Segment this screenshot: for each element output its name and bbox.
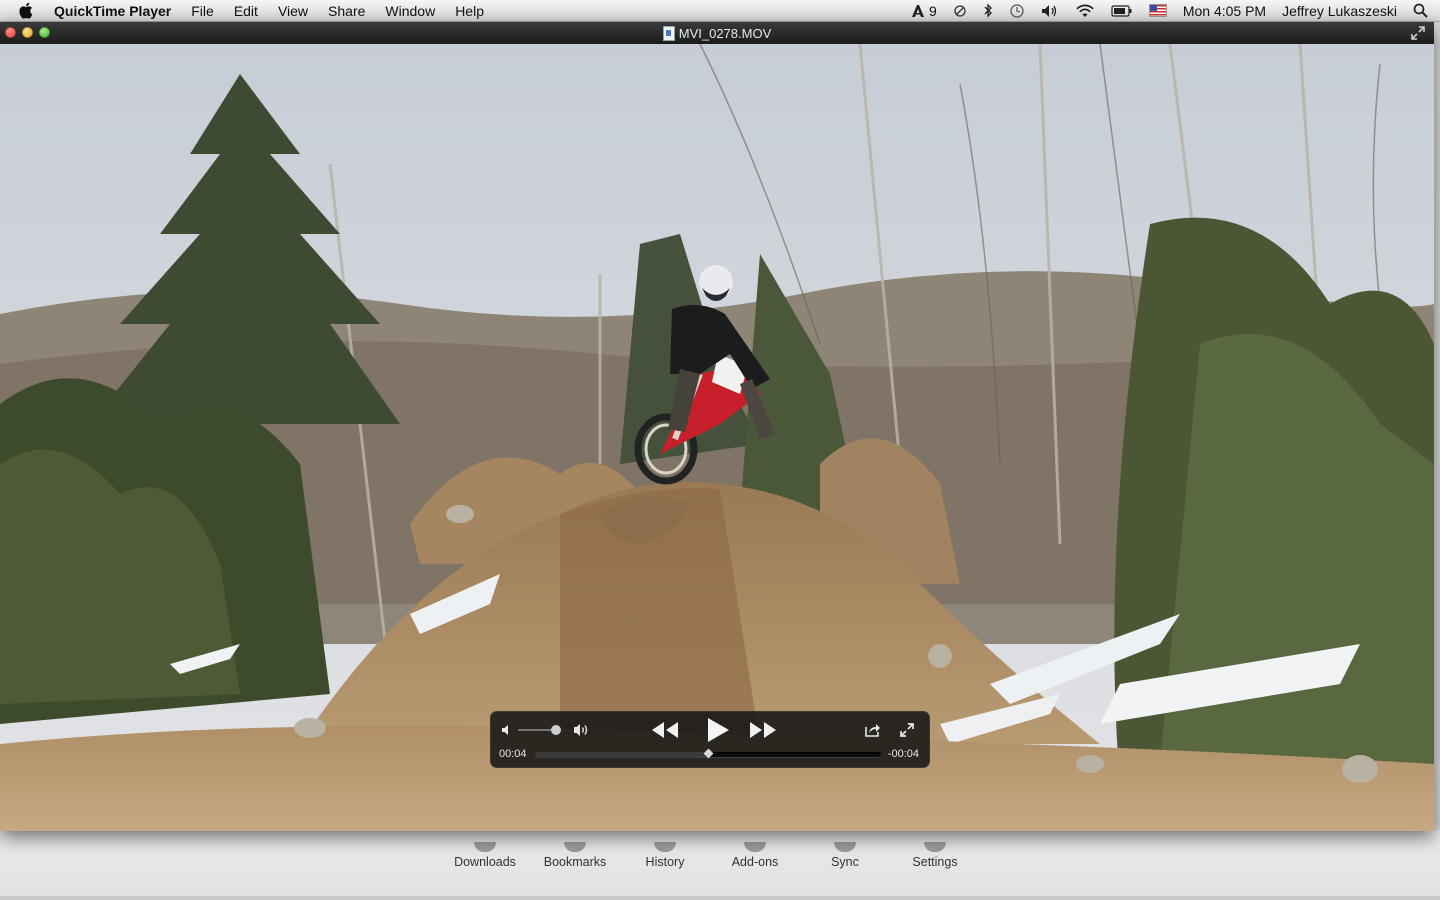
fast-user-switch[interactable]: Jeffrey Lukaszeski: [1274, 3, 1405, 19]
share-icon[interactable]: [864, 722, 881, 738]
menu-clock[interactable]: Mon 4:05 PM: [1175, 3, 1274, 19]
time-machine-icon[interactable]: [1001, 0, 1033, 22]
enter-fullscreen-icon[interactable]: [1410, 25, 1426, 41]
bookmarks-icon: [530, 830, 620, 852]
settings-icon: [890, 830, 980, 852]
window-titlebar[interactable]: MVI_0278.MOV: [0, 22, 1434, 44]
rewind-button[interactable]: [651, 721, 679, 739]
menu-share[interactable]: Share: [318, 0, 375, 22]
adobe-badge-count: 9: [929, 2, 937, 19]
adobe-status-item[interactable]: 9: [903, 0, 945, 22]
apple-menu-icon[interactable]: [18, 2, 38, 19]
fast-forward-button[interactable]: [749, 721, 777, 739]
menu-app-name[interactable]: QuickTime Player: [54, 0, 181, 22]
volume-slider-knob[interactable]: [551, 725, 561, 735]
background-browser-window: Downloads Bookmarks History Add-ons Sync…: [0, 830, 1440, 900]
elapsed-time: 00:04: [499, 748, 527, 760]
toolbar-addons[interactable]: Add-ons: [710, 830, 800, 869]
minimize-window-button[interactable]: [22, 27, 33, 38]
menu-bar: QuickTime Player File Edit View Share Wi…: [0, 0, 1440, 22]
menu-window[interactable]: Window: [375, 0, 445, 22]
toolbar-settings-label: Settings: [912, 855, 958, 869]
window-title-text: MVI_0278.MOV: [678, 25, 772, 41]
wifi-icon[interactable]: [1067, 0, 1103, 22]
browser-bottom-edge: [0, 896, 1440, 900]
remaining-time: -00:04: [887, 748, 919, 760]
toolbar-sync[interactable]: Sync: [800, 830, 890, 869]
playback-controller[interactable]: 00:04 -00:04: [490, 711, 930, 768]
fullscreen-icon[interactable]: [899, 722, 915, 738]
menu-view[interactable]: View: [268, 0, 318, 22]
history-icon: [620, 830, 710, 852]
status-area: 9 Mon 4:05 PM Jeffrey Lukaszeski: [903, 0, 1440, 22]
close-window-button[interactable]: [5, 27, 16, 38]
timeline-progress: [535, 752, 708, 757]
menu-file[interactable]: File: [181, 0, 224, 22]
toolbar-history-label: History: [645, 855, 685, 869]
volume-max-icon[interactable]: [573, 722, 590, 738]
sync-icon: [800, 830, 890, 852]
quicktime-window: MVI_0278.MOV 00:04 -00:04: [0, 22, 1434, 831]
toolbar-sync-label: Sync: [831, 855, 859, 869]
video-frame[interactable]: 00:04 -00:04: [0, 44, 1434, 831]
play-button[interactable]: [706, 717, 730, 743]
input-source-flag-icon[interactable]: [1141, 0, 1175, 22]
downloads-icon: [440, 830, 530, 852]
toolbar-downloads[interactable]: Downloads: [440, 830, 530, 869]
toolbar-history[interactable]: History: [620, 830, 710, 869]
menu-edit[interactable]: Edit: [224, 0, 268, 22]
bluetooth-icon[interactable]: [975, 0, 1001, 22]
battery-icon[interactable]: [1103, 0, 1141, 22]
toolbar-bookmarks[interactable]: Bookmarks: [530, 830, 620, 869]
adobe-icon: [912, 4, 925, 17]
toolbar-bookmarks-label: Bookmarks: [543, 855, 607, 869]
zoom-window-button[interactable]: [39, 27, 50, 38]
volume-mute-icon[interactable]: [501, 724, 513, 736]
spotlight-search-icon[interactable]: [1405, 0, 1440, 22]
volume-icon[interactable]: [1033, 0, 1067, 22]
toolbar-downloads-label: Downloads: [454, 855, 516, 869]
window-controls: [5, 27, 50, 38]
do-not-disturb-icon[interactable]: [945, 0, 975, 22]
timeline-scrubber[interactable]: [535, 748, 881, 759]
window-title: MVI_0278.MOV: [662, 25, 772, 41]
browser-toolbar: Downloads Bookmarks History Add-ons Sync…: [440, 830, 980, 869]
toolbar-addons-label: Add-ons: [731, 855, 779, 869]
toolbar-settings[interactable]: Settings: [890, 830, 980, 869]
menu-help[interactable]: Help: [445, 0, 494, 22]
movie-file-icon: [662, 25, 675, 41]
addons-icon: [710, 830, 800, 852]
